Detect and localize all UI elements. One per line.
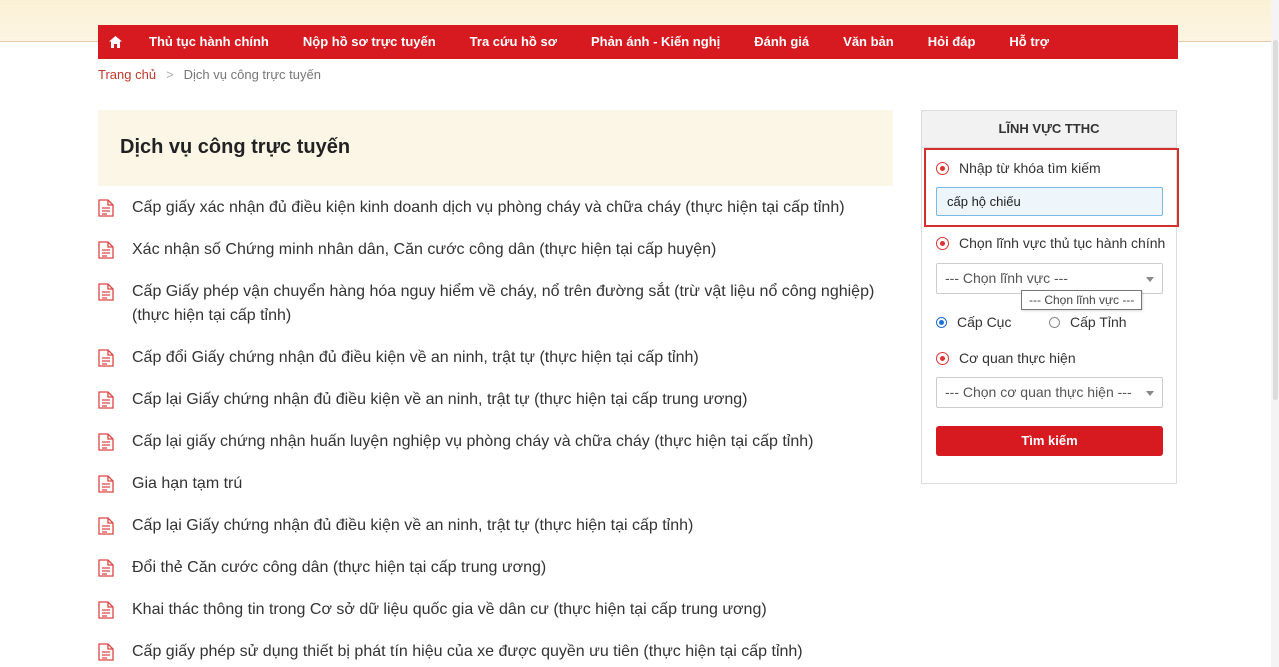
document-icon — [98, 349, 114, 367]
list-item[interactable]: Cấp lại giấy chứng nhận huấn luyện nghiệ… — [98, 430, 898, 454]
radio-selected-icon[interactable] — [936, 236, 949, 250]
document-icon — [98, 391, 114, 409]
service-link[interactable]: Gia hạn tạm trú — [132, 472, 242, 496]
document-icon — [98, 283, 114, 301]
sidebar-heading: LĨNH VỰC TTHC — [922, 111, 1176, 148]
service-link[interactable]: Cấp Giấy phép vận chuyển hàng hóa nguy h… — [132, 280, 892, 328]
breadcrumb-separator: > — [166, 67, 174, 82]
agency-label: Cơ quan thực hiện — [959, 350, 1076, 366]
list-item[interactable]: Cấp đổi Giấy chứng nhận đủ điều kiện về … — [98, 346, 898, 370]
main-nav: Thủ tục hành chính Nộp hồ sơ trực tuyến … — [98, 25, 1178, 59]
field-label: Chọn lĩnh vực thủ tục hành chính — [959, 235, 1166, 251]
document-icon — [98, 433, 114, 451]
list-item[interactable]: Xác nhận số Chứng minh nhân dân, Căn cướ… — [98, 238, 898, 262]
level-cuc-option[interactable]: Cấp Cục — [936, 314, 1011, 330]
list-item[interactable]: Cấp giấy xác nhận đủ điều kiện kinh doan… — [98, 196, 898, 220]
nav-van-ban[interactable]: Văn bản — [826, 25, 911, 59]
document-icon — [98, 643, 114, 661]
chevron-down-icon — [1146, 277, 1154, 282]
list-item[interactable]: Khai thác thông tin trong Cơ sở dữ liệu … — [98, 598, 898, 622]
keyword-search-input[interactable] — [936, 187, 1163, 216]
list-item[interactable]: Cấp giấy phép sử dụng thiết bị phát tín … — [98, 640, 898, 664]
level-tinh-label: Cấp Tỉnh — [1070, 314, 1127, 330]
level-cuc-label: Cấp Cục — [957, 314, 1012, 330]
service-link[interactable]: Khai thác thông tin trong Cơ sở dữ liệu … — [132, 598, 767, 622]
home-icon — [108, 36, 122, 48]
page-title-box: Dịch vụ công trực tuyến — [98, 110, 893, 186]
keyword-label: Nhập từ khóa tìm kiếm — [959, 160, 1101, 176]
document-icon — [98, 241, 114, 259]
agency-select-value: --- Chọn cơ quan thực hiện --- — [945, 384, 1132, 400]
list-item[interactable]: Đổi thẻ Căn cước công dân (thực hiện tại… — [98, 556, 898, 580]
document-icon — [98, 199, 114, 217]
service-link[interactable]: Cấp giấy phép sử dụng thiết bị phát tín … — [132, 640, 803, 664]
nav-home-button[interactable] — [98, 25, 132, 59]
field-select-tooltip: --- Chọn lĩnh vực --- — [1021, 290, 1143, 310]
radio-unselected-icon[interactable] — [1049, 316, 1060, 328]
service-link[interactable]: Cấp lại Giấy chứng nhận đủ điều kiện về … — [132, 514, 693, 538]
scrollbar-thumb[interactable] — [1273, 40, 1278, 400]
nav-hoi-dap[interactable]: Hỏi đáp — [911, 25, 993, 59]
breadcrumb-home-link[interactable]: Trang chủ — [98, 67, 156, 82]
service-link[interactable]: Cấp lại Giấy chứng nhận đủ điều kiện về … — [132, 388, 747, 412]
radio-selected-icon[interactable] — [936, 351, 949, 365]
nav-tra-cuu-ho-so[interactable]: Tra cứu hồ sơ — [453, 25, 574, 59]
agency-select[interactable]: --- Chọn cơ quan thực hiện --- — [936, 377, 1163, 408]
service-link[interactable]: Cấp đổi Giấy chứng nhận đủ điều kiện về … — [132, 346, 699, 370]
service-link[interactable]: Cấp lại giấy chứng nhận huấn luyện nghiệ… — [132, 430, 813, 454]
nav-ho-tro[interactable]: Hỗ trợ — [992, 25, 1066, 59]
document-icon — [98, 517, 114, 535]
keyword-radio-option[interactable]: Nhập từ khóa tìm kiếm — [936, 160, 1101, 176]
breadcrumb: Trang chủ > Dịch vụ công trực tuyến — [98, 67, 321, 82]
agency-radio-option[interactable]: Cơ quan thực hiện — [936, 350, 1076, 366]
document-icon — [98, 475, 114, 493]
nav-danh-gia[interactable]: Đánh giá — [737, 25, 826, 59]
list-item[interactable]: Gia hạn tạm trú — [98, 472, 898, 496]
nav-phan-anh-kien-nghi[interactable]: Phản ánh - Kiến nghị — [574, 25, 737, 59]
chevron-down-icon — [1146, 391, 1154, 396]
breadcrumb-current: Dịch vụ công trực tuyến — [183, 67, 321, 82]
field-select-value: --- Chọn lĩnh vực --- — [945, 270, 1068, 286]
service-link[interactable]: Cấp giấy xác nhận đủ điều kiện kinh doan… — [132, 196, 845, 220]
document-icon — [98, 601, 114, 619]
page-title: Dịch vụ công trực tuyến — [120, 136, 351, 158]
list-item[interactable]: Cấp lại Giấy chứng nhận đủ điều kiện về … — [98, 388, 898, 412]
list-item[interactable]: Cấp Giấy phép vận chuyển hàng hóa nguy h… — [98, 280, 898, 328]
service-list: Cấp giấy xác nhận đủ điều kiện kinh doan… — [98, 196, 898, 664]
radio-selected-icon[interactable] — [936, 316, 947, 328]
search-button[interactable]: Tìm kiếm — [936, 426, 1163, 456]
service-link[interactable]: Đổi thẻ Căn cước công dân (thực hiện tại… — [132, 556, 546, 580]
nav-nop-ho-so[interactable]: Nộp hồ sơ trực tuyến — [286, 25, 453, 59]
level-tinh-option[interactable]: Cấp Tỉnh — [1049, 314, 1127, 330]
field-radio-option[interactable]: Chọn lĩnh vực thủ tục hành chính — [936, 235, 1165, 251]
list-item[interactable]: Cấp lại Giấy chứng nhận đủ điều kiện về … — [98, 514, 898, 538]
document-icon — [98, 559, 114, 577]
radio-selected-icon[interactable] — [936, 161, 949, 175]
nav-thu-tuc-hanh-chinh[interactable]: Thủ tục hành chính — [132, 25, 286, 59]
service-link[interactable]: Xác nhận số Chứng minh nhân dân, Căn cướ… — [132, 238, 716, 262]
